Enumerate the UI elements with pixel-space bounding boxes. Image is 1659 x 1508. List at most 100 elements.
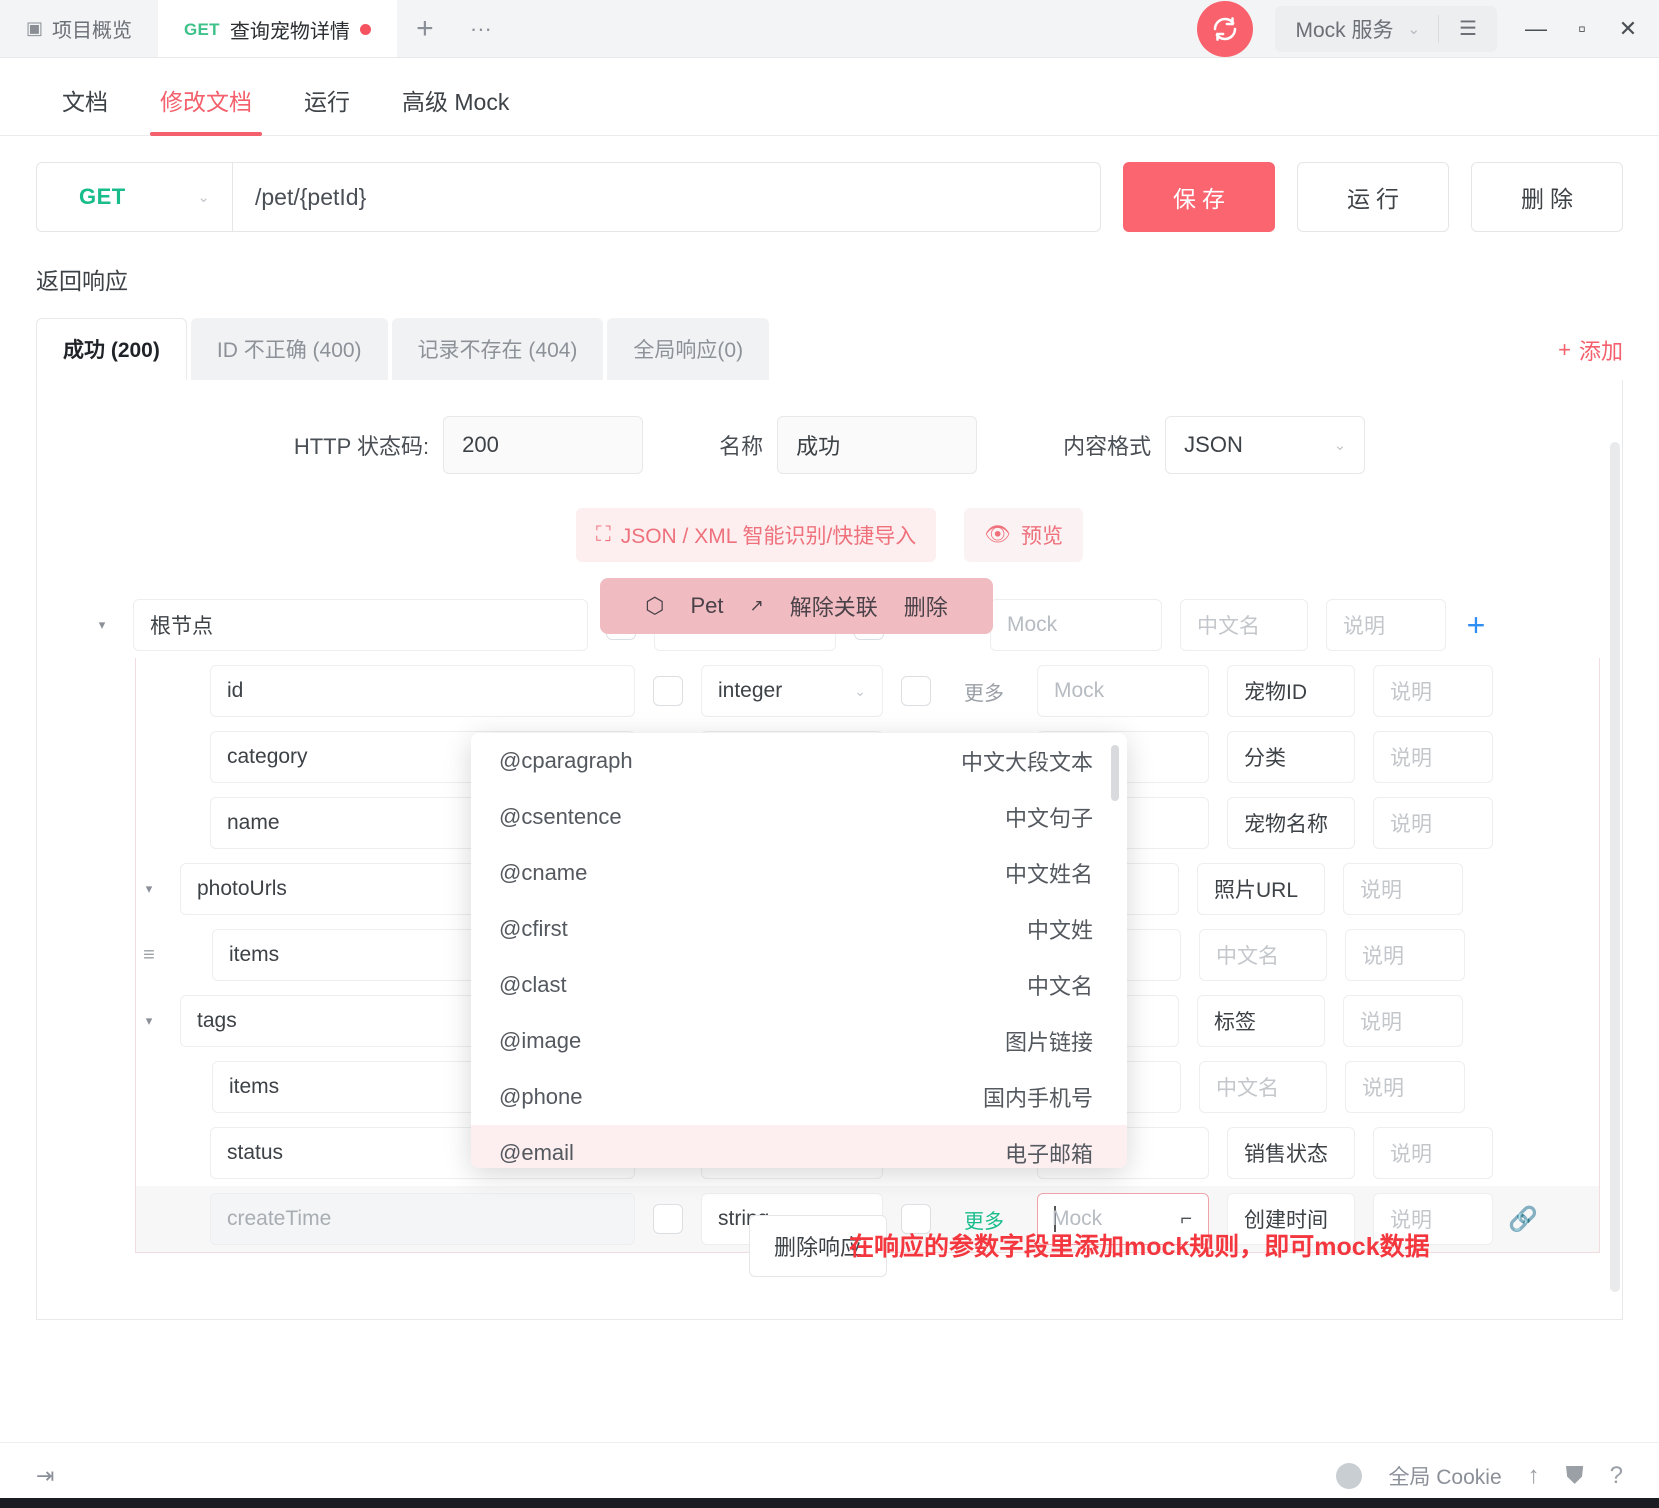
- mock-rule-option[interactable]: @csentence 中文句子: [471, 789, 1127, 845]
- add-response-label: 添加: [1579, 334, 1623, 366]
- link-icon[interactable]: 🔗: [1493, 1205, 1553, 1234]
- mock-rule-option-selected[interactable]: @email 电子邮箱: [471, 1125, 1127, 1168]
- root-cnname-input[interactable]: 中文名: [1180, 599, 1308, 651]
- new-tab-button[interactable]: +: [397, 0, 453, 57]
- tab-advanced-mock[interactable]: 高级 Mock: [376, 83, 535, 135]
- grid-icon: ▣: [26, 18, 42, 39]
- root-desc-input[interactable]: 说明: [1326, 599, 1446, 651]
- field-desc-input[interactable]: 说明: [1343, 863, 1463, 915]
- chevron-down-icon: ⌄: [1334, 436, 1347, 454]
- run-button[interactable]: 运行: [1297, 162, 1449, 232]
- menu-icon[interactable]: ☰: [1439, 19, 1497, 39]
- more-tabs-button[interactable]: ···: [453, 0, 509, 57]
- panel-scrollbar[interactable]: [1610, 442, 1620, 1232]
- mock-rule-option[interactable]: @image 图片链接: [471, 1013, 1127, 1069]
- field-desc-input[interactable]: 说明: [1373, 797, 1493, 849]
- add-response-button[interactable]: + 添加: [1558, 334, 1623, 380]
- dropdown-scrollbar[interactable]: [1111, 745, 1119, 801]
- mock-rule-option[interactable]: @cname 中文姓名: [471, 845, 1127, 901]
- method-value: GET: [79, 184, 126, 210]
- save-button[interactable]: 保存: [1123, 162, 1275, 232]
- field-cnname-input[interactable]: 标签: [1197, 995, 1325, 1047]
- field-cnname-input[interactable]: 宠物名称: [1227, 797, 1355, 849]
- response-quick-actions: ⛶ JSON / XML 智能识别/快捷导入 👁 预览: [37, 474, 1622, 562]
- upload-icon[interactable]: ↑: [1528, 1462, 1540, 1490]
- title-bar: ▣ 项目概览 GET 查询宠物详情 + ··· Mock 服务 ⌄ ☰: [0, 0, 1659, 58]
- required-checkbox[interactable]: [653, 676, 683, 706]
- tab-api-detail[interactable]: GET 查询宠物详情: [158, 0, 397, 57]
- tab-project-overview[interactable]: ▣ 项目概览: [0, 0, 158, 57]
- tab-edit-doc[interactable]: 修改文档: [134, 83, 278, 135]
- field-cnname-input[interactable]: 销售状态: [1227, 1127, 1355, 1179]
- field-cnname-input[interactable]: 分类: [1227, 731, 1355, 783]
- plus-icon: +: [1558, 337, 1571, 363]
- mock-rule-dropdown[interactable]: @cparagraph 中文大段文本 @csentence 中文句子 @cnam…: [471, 733, 1127, 1168]
- mock-toggle-checkbox[interactable]: [901, 676, 931, 706]
- field-name-input[interactable]: id: [210, 665, 635, 717]
- mock-rule-option[interactable]: @cfirst 中文姓: [471, 901, 1127, 957]
- field-cnname-input[interactable]: 照片URL: [1197, 863, 1325, 915]
- mock-rule-option[interactable]: @cparagraph 中文大段文本: [471, 733, 1127, 789]
- response-tab-global[interactable]: 全局响应(0): [607, 318, 769, 380]
- field-mock-input[interactable]: Mock: [1037, 665, 1209, 717]
- path-input[interactable]: [232, 162, 1101, 232]
- sync-icon[interactable]: [1197, 1, 1253, 57]
- mock-rule-option[interactable]: @clast 中文名: [471, 957, 1127, 1013]
- chevron-down-icon: ⌄: [197, 188, 210, 206]
- field-desc-input[interactable]: 说明: [1373, 665, 1493, 717]
- root-mock-input[interactable]: Mock: [990, 599, 1162, 651]
- caret-icon[interactable]: ▾: [89, 617, 115, 633]
- caret-icon[interactable]: ▾: [136, 881, 162, 897]
- field-cnname-input[interactable]: 中文名: [1199, 1061, 1327, 1113]
- field-desc-input[interactable]: 说明: [1343, 995, 1463, 1047]
- help-icon[interactable]: ?: [1610, 1462, 1623, 1490]
- tab-doc[interactable]: 文档: [36, 83, 134, 135]
- maximize-button[interactable]: ▫: [1559, 16, 1605, 42]
- tab-run[interactable]: 运行: [278, 83, 376, 135]
- collapse-sidebar-button[interactable]: ⇥: [0, 1463, 54, 1489]
- delete-model-button[interactable]: 删除: [904, 590, 948, 622]
- response-tab-success[interactable]: 成功 (200): [36, 318, 187, 380]
- preview-label: 预览: [1021, 520, 1063, 550]
- caret-icon[interactable]: ▾: [136, 1013, 162, 1029]
- rule-desc: 中文大段文本: [961, 745, 1093, 777]
- field-name-input[interactable]: createTime: [210, 1193, 635, 1245]
- annotation-note: 在响应的参数字段里添加mock规则，即可mock数据: [849, 1227, 1430, 1263]
- delete-button[interactable]: 删除: [1471, 162, 1623, 232]
- smart-import-button[interactable]: ⛶ JSON / XML 智能识别/快捷导入: [576, 508, 936, 562]
- minimize-button[interactable]: —: [1513, 16, 1559, 42]
- mock-service-selector[interactable]: Mock 服务 ⌄ ☰: [1275, 6, 1497, 52]
- cube-icon: ⬡: [645, 593, 664, 619]
- field-desc-input[interactable]: 说明: [1345, 929, 1465, 981]
- content-format-select[interactable]: JSON ⌄: [1165, 416, 1365, 474]
- field-desc-input[interactable]: 说明: [1373, 1127, 1493, 1179]
- field-desc-input[interactable]: 说明: [1345, 1061, 1465, 1113]
- method-selector[interactable]: GET ⌄: [36, 162, 232, 232]
- theme-icon[interactable]: ⛊: [1566, 1462, 1584, 1490]
- more-link[interactable]: 更多: [949, 677, 1019, 706]
- root-name-input[interactable]: 根节点: [133, 599, 588, 651]
- required-checkbox[interactable]: [653, 1204, 683, 1234]
- preview-button[interactable]: 👁 预览: [964, 508, 1083, 562]
- response-name-label: 名称: [719, 429, 763, 461]
- response-name-input[interactable]: [777, 416, 977, 474]
- field-cnname-input[interactable]: 中文名: [1199, 929, 1327, 981]
- http-status-input[interactable]: [443, 416, 643, 474]
- http-status-label: HTTP 状态码:: [294, 429, 429, 461]
- field-desc-input[interactable]: 说明: [1373, 731, 1493, 783]
- external-link-icon[interactable]: ↗: [749, 596, 763, 616]
- unlink-model-button[interactable]: 解除关联: [790, 590, 878, 622]
- close-button[interactable]: ✕: [1605, 16, 1651, 42]
- mock-service-label: Mock 服务: [1275, 14, 1407, 44]
- panel-scrollbar-secondary[interactable]: [1610, 1220, 1620, 1292]
- field-cnname-input[interactable]: 宠物ID: [1227, 665, 1355, 717]
- mock-rule-option[interactable]: @phone 国内手机号: [471, 1069, 1127, 1125]
- response-tab-not-found[interactable]: 记录不存在 (404): [392, 318, 604, 380]
- global-cookie-label[interactable]: 全局 Cookie: [1388, 1461, 1501, 1491]
- response-tab-bad-request[interactable]: ID 不正确 (400): [191, 318, 388, 380]
- drag-handle-icon[interactable]: ≡: [136, 944, 162, 967]
- add-field-button[interactable]: +: [1446, 607, 1506, 644]
- sub-tab-bar: 文档 修改文档 运行 高级 Mock: [0, 58, 1659, 136]
- field-type-select[interactable]: integer⌄: [701, 665, 883, 717]
- rule-name: @phone: [499, 1084, 583, 1110]
